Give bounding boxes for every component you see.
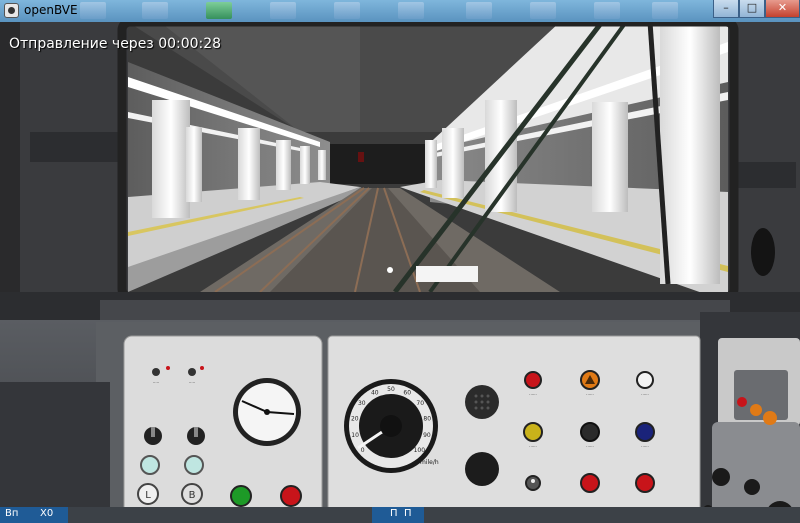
speedometer-tick-0: 0 <box>361 447 365 454</box>
b-button-label: B <box>189 490 196 501</box>
svg-text:······: ······ <box>641 444 649 449</box>
cyan-button-right[interactable] <box>184 455 204 475</box>
title-bar: openBVE – □ ✕ <box>0 0 800 22</box>
taskbar-icon-10[interactable] <box>652 2 678 19</box>
lamp-row1-red <box>524 371 542 389</box>
speedometer-tick-20: 20 <box>351 415 359 422</box>
speedometer-tick-10: 10 <box>351 432 359 439</box>
status-mid-b: П <box>404 508 412 519</box>
red-lamp <box>280 485 302 507</box>
speedometer-tick-30: 30 <box>358 400 366 407</box>
window-title: openBVE <box>24 3 78 17</box>
status-mid-a: П <box>390 508 398 519</box>
svg-text:······: ······ <box>529 392 537 397</box>
left-control-panel: ····· ····· L B <box>123 335 323 523</box>
station-scene <box>128 22 728 302</box>
taskbar-icon-5[interactable] <box>334 2 360 19</box>
taskbar-icon-3[interactable] <box>206 2 232 19</box>
right-lamp-amber-2 <box>763 411 777 425</box>
speedometer-tick-50: 50 <box>387 386 395 393</box>
status-left-b: Х0 <box>40 508 54 519</box>
right-lamp-amber-1 <box>750 404 762 416</box>
speedometer-tick-100: 100 <box>414 447 426 454</box>
center-control-panel: 0 10 20 30 40 50 60 70 80 90 100 mile/h ······ ···… <box>327 335 701 523</box>
right-knob-1[interactable] <box>712 468 730 486</box>
departure-countdown: Отправление через 00:00:28 <box>9 36 222 52</box>
taskbar-icon-2[interactable] <box>142 2 168 19</box>
svg-text:·····: ····· <box>153 380 159 385</box>
speedometer-tick-60: 60 <box>403 390 411 397</box>
right-lamp-red <box>737 397 747 407</box>
indicator-lamp-2 <box>188 368 196 376</box>
speed-unit-label: mile/h <box>420 459 439 466</box>
green-lamp <box>230 485 252 507</box>
cab-scene: ····· ····· L B 0102030405060708090100 m <box>0 22 800 523</box>
lamp-row3-red-1 <box>580 473 600 493</box>
speedometer-tick-70: 70 <box>416 400 424 407</box>
status-left-indicator: Вп Х0 <box>0 507 68 523</box>
taskbar-icon-1[interactable] <box>80 2 106 19</box>
taskbar-icon-9[interactable] <box>594 2 620 19</box>
svg-text:······: ······ <box>586 392 594 397</box>
simulator-viewport[interactable]: ····· ····· L B 0 10 20 30 40 50 60 70 80 90 100 m <box>0 22 800 523</box>
l-button-label: L <box>145 490 151 501</box>
indicator-lamp-1 <box>152 368 160 376</box>
close-button[interactable]: ✕ <box>765 0 800 18</box>
svg-text:······: ······ <box>529 444 537 449</box>
status-left-a: Вп <box>5 508 19 519</box>
speedometer-tick-80: 80 <box>423 415 431 422</box>
svg-text:······: ······ <box>586 444 594 449</box>
taskbar-icon-4[interactable] <box>270 2 296 19</box>
taskbar-icon-6[interactable] <box>398 2 424 19</box>
maximize-button[interactable]: □ <box>739 0 765 18</box>
black-dial <box>465 452 499 486</box>
status-bar: Вп Х0 П П <box>0 507 800 523</box>
right-knob-2[interactable] <box>744 479 760 495</box>
taskbar-icon-8[interactable] <box>530 2 556 19</box>
svg-text:······: ······ <box>641 392 649 397</box>
speedometer-tick-40: 40 <box>371 390 379 397</box>
lamp-row1-white <box>636 371 654 389</box>
status-mid-indicator: П П <box>372 507 424 523</box>
speedometer-tick-90: 90 <box>423 432 431 439</box>
openbve-app-icon[interactable] <box>4 3 19 18</box>
svg-text:·····: ····· <box>189 380 195 385</box>
minimize-button[interactable]: – <box>713 0 739 18</box>
lamp-row2-blue <box>635 422 655 442</box>
taskbar-icon-7[interactable] <box>466 2 492 19</box>
cyan-button-left[interactable] <box>140 455 160 475</box>
lamp-row3-red-2 <box>635 473 655 493</box>
lamp-row2-dark <box>580 422 600 442</box>
lamp-row2-yellow <box>523 422 543 442</box>
